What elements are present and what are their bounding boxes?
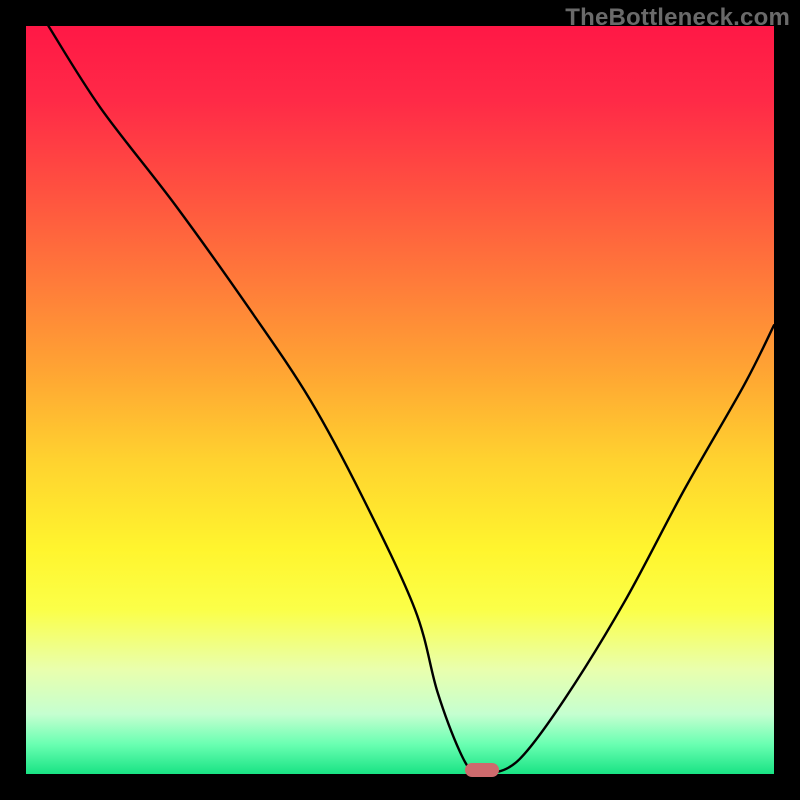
chart-frame: TheBottleneck.com (0, 0, 800, 800)
chart-plot-area (26, 26, 774, 774)
watermark-text: TheBottleneck.com (565, 4, 790, 32)
optimal-point-marker (465, 763, 499, 777)
bottleneck-curve (26, 26, 774, 774)
